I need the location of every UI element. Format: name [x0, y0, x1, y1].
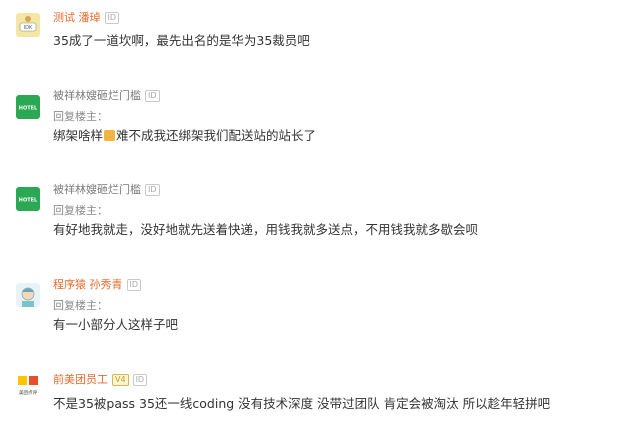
comment-text-part: 难不成我还绑架我们配送站的站长了 — [116, 128, 317, 143]
hotel-avatar-icon: HOTEL — [16, 95, 40, 119]
avatar[interactable] — [16, 283, 40, 307]
avatar[interactable]: HOTEL — [16, 187, 40, 211]
comment-item: 美团点评 前美团员工 V4 ID 不是35被pass 35还一线coding 没… — [0, 364, 640, 434]
vip-badge: V4 — [112, 374, 129, 386]
comment-item: HOTEL 被祥林嫂砸烂门槛 ID 回复楼主： 有好地我就走，没好地就先送着快递… — [0, 175, 640, 255]
username[interactable]: 测试 潘琸 — [53, 11, 101, 25]
comment-text: 有好地我就走，没好地就先送着快递，用钱我就多送点，不用钱我就多歇会呗 — [53, 222, 479, 237]
avatar[interactable]: IDK — [16, 13, 40, 37]
reply-label: 回复楼主： — [53, 110, 108, 123]
comment-item: 程序猿 孙秀青 ID 回复楼主： 有一小部分人这样子吧 — [0, 268, 640, 348]
cartoon-avatar-icon: IDK — [16, 13, 40, 37]
comment-item: HOTEL 被祥林嫂砸烂门槛 ID 回复楼主： 绑架啥样 难不成我还绑架我们配送站… — [0, 80, 640, 160]
id-badge: ID — [104, 12, 120, 24]
username[interactable]: 被祥林嫂砸烂门槛 — [53, 89, 141, 103]
emoji-icon — [104, 130, 116, 141]
reply-label: 回复楼主： — [53, 204, 108, 217]
reply-label: 回复楼主： — [53, 299, 108, 312]
comment-text: 有一小部分人这样子吧 — [53, 317, 179, 332]
svg-text:HOTEL: HOTEL — [19, 198, 38, 204]
meituan-logo-icon: 美团点评 — [16, 374, 40, 398]
avatar[interactable]: HOTEL — [16, 95, 40, 119]
avatar[interactable]: 美团点评 — [16, 374, 40, 398]
id-badge: ID — [145, 184, 160, 196]
id-badge: ID — [145, 90, 160, 102]
comment-text: 35成了一道坎啊，最先出名的是华为35裁员吧 — [53, 33, 310, 48]
svg-text:HOTEL: HOTEL — [19, 106, 38, 112]
username[interactable]: 程序猿 孙秀青 — [53, 278, 123, 292]
username[interactable]: 被祥林嫂砸烂门槛 — [53, 183, 141, 197]
username[interactable]: 前美团员工 — [53, 373, 108, 387]
comment-text-part: 绑架啥样 — [53, 128, 104, 143]
avatar-text: IDK — [24, 25, 33, 31]
hotel-avatar-icon: HOTEL — [16, 187, 40, 211]
comment-item: IDK 测试 潘琸 ID 35成了一道坎啊，最先出名的是华为35裁员吧 — [0, 0, 640, 62]
cartoon-avatar-icon — [16, 283, 40, 307]
id-badge: ID — [132, 374, 148, 386]
svg-text:美团点评: 美团点评 — [19, 389, 37, 396]
id-badge: ID — [126, 279, 142, 291]
comment-text: 绑架啥样 难不成我还绑架我们配送站的站长了 — [53, 128, 316, 144]
comment-text: 不是35被pass 35还一线coding 没有技术深度 没带过团队 肯定会被淘… — [53, 396, 551, 411]
